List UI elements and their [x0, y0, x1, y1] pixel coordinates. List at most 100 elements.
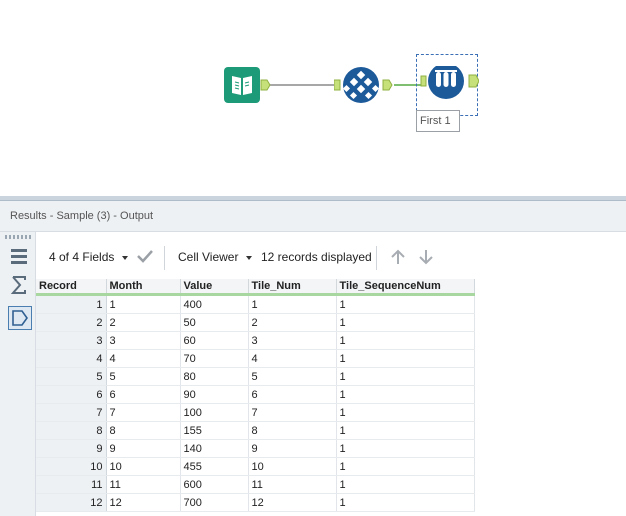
results-title: Results - Sample (3) - Output	[10, 210, 154, 222]
scroll-up-button[interactable]	[389, 248, 407, 269]
column-header[interactable]: Record	[36, 279, 107, 296]
workflow-canvas[interactable]: First 1	[0, 0, 626, 196]
table-cell[interactable]: 9	[248, 439, 337, 458]
table-row[interactable]: 7 7 100 7 1	[36, 403, 475, 422]
table-cell[interactable]: 1	[336, 421, 475, 440]
cell-viewer-dropdown[interactable]: Cell Viewer	[178, 250, 253, 264]
table-cell[interactable]: 1	[336, 331, 475, 350]
record-number-cell[interactable]: 10	[36, 457, 107, 476]
checkmark-icon	[137, 250, 153, 263]
record-number-cell[interactable]: 8	[36, 421, 107, 440]
sample-tool[interactable]	[416, 54, 479, 116]
table-cell[interactable]: 9	[106, 439, 181, 458]
fields-dropdown[interactable]: 4 of 4 Fields	[49, 250, 129, 264]
results-toolbar: 4 of 4 Fields Cell Viewer 12 records dis…	[36, 238, 626, 278]
table-cell[interactable]: 3	[106, 331, 181, 350]
table-cell[interactable]: 1	[336, 475, 475, 494]
column-header[interactable]: Tile_Num	[248, 279, 337, 296]
table-cell[interactable]: 5	[248, 367, 337, 386]
table-cell[interactable]: 12	[248, 493, 337, 512]
record-number-cell[interactable]: 9	[36, 439, 107, 458]
column-header[interactable]: Month	[106, 279, 181, 296]
table-cell[interactable]: 1	[336, 439, 475, 458]
table-cell[interactable]: 90	[180, 385, 249, 404]
record-number-cell[interactable]: 4	[36, 349, 107, 368]
column-header[interactable]: Value	[180, 279, 249, 296]
scroll-down-button[interactable]	[417, 248, 435, 269]
table-cell[interactable]: 6	[106, 385, 181, 404]
table-cell[interactable]: 1	[336, 349, 475, 368]
table-view-button[interactable]	[8, 246, 30, 268]
table-cell[interactable]: 2	[248, 313, 337, 332]
grip-handle[interactable]	[5, 235, 31, 239]
table-cell[interactable]: 7	[106, 403, 181, 422]
table-cell[interactable]: 7	[248, 403, 337, 422]
record-number-cell[interactable]: 2	[36, 313, 107, 332]
record-number-cell[interactable]: 7	[36, 403, 107, 422]
table-row[interactable]: 10 10 455 10 1	[36, 457, 475, 476]
table-cell[interactable]: 700	[180, 493, 249, 512]
sample-annotation-label: First 1	[420, 115, 451, 127]
table-cell[interactable]: 140	[180, 439, 249, 458]
table-cell[interactable]: 5	[106, 367, 181, 386]
table-cell[interactable]: 60	[180, 331, 249, 350]
table-cell[interactable]: 3	[248, 331, 337, 350]
table-cell[interactable]: 600	[180, 475, 249, 494]
table-cell[interactable]: 10	[248, 457, 337, 476]
tile-tool[interactable]	[333, 66, 396, 107]
table-cell[interactable]: 80	[180, 367, 249, 386]
record-number-cell[interactable]: 1	[36, 294, 107, 314]
table-cell[interactable]: 10	[106, 457, 181, 476]
record-number-cell[interactable]: 12	[36, 493, 107, 512]
table-cell[interactable]: 50	[180, 313, 249, 332]
table-row[interactable]: 5 5 80 5 1	[36, 367, 475, 386]
table-cell[interactable]: 70	[180, 349, 249, 368]
table-row[interactable]: 11 11 600 11 1	[36, 475, 475, 494]
table-row[interactable]: 1 1 400 1 1	[36, 294, 475, 314]
table-cell[interactable]: 1	[336, 493, 475, 512]
summary-button[interactable]	[8, 274, 30, 296]
table-cell[interactable]: 4	[248, 349, 337, 368]
metadata-button[interactable]	[8, 306, 32, 330]
table-cell[interactable]: 8	[248, 421, 337, 440]
record-number-cell[interactable]: 5	[36, 367, 107, 386]
table-row[interactable]: 3 3 60 3 1	[36, 331, 475, 350]
table-cell[interactable]: 12	[106, 493, 181, 512]
toolbar-separator	[164, 246, 165, 270]
table-cell[interactable]: 400	[180, 294, 249, 314]
table-cell[interactable]: 11	[248, 475, 337, 494]
table-cell[interactable]: 6	[248, 385, 337, 404]
record-number-cell[interactable]: 3	[36, 331, 107, 350]
record-number-cell[interactable]: 6	[36, 385, 107, 404]
table-cell[interactable]: 1	[336, 313, 475, 332]
table-row[interactable]: 4 4 70 4 1	[36, 349, 475, 368]
table-row[interactable]: 6 6 90 6 1	[36, 385, 475, 404]
table-row[interactable]: 12 12 700 12 1	[36, 493, 475, 512]
table-cell[interactable]: 1	[336, 457, 475, 476]
table-cell[interactable]: 1	[336, 385, 475, 404]
table-cell[interactable]: 100	[180, 403, 249, 422]
table-cell[interactable]: 1	[248, 294, 337, 314]
table-cell[interactable]: 155	[180, 421, 249, 440]
results-header: Results - Sample (3) - Output	[0, 201, 626, 232]
table-cell[interactable]: 4	[106, 349, 181, 368]
table-row[interactable]: 8 8 155 8 1	[36, 421, 475, 440]
table-cell[interactable]: 455	[180, 457, 249, 476]
table-cell[interactable]: 1	[336, 403, 475, 422]
sigma-icon	[10, 276, 26, 294]
results-table: Record Month Value Tile_Num Tile_Sequenc…	[36, 279, 475, 512]
table-cell[interactable]: 11	[106, 475, 181, 494]
table-cell[interactable]: 1	[336, 294, 475, 314]
table-row[interactable]: 9 9 140 9 1	[36, 439, 475, 458]
record-number-cell[interactable]: 11	[36, 475, 107, 494]
workflow-connections	[270, 84, 422, 86]
table-header-row: Record Month Value Tile_Num Tile_Sequenc…	[36, 279, 475, 296]
table-cell[interactable]: 1	[336, 367, 475, 386]
input-data-tool[interactable]	[224, 67, 272, 106]
table-cell[interactable]: 1	[106, 294, 181, 314]
table-cell[interactable]: 2	[106, 313, 181, 332]
column-header[interactable]: Tile_SequenceNum	[336, 279, 475, 296]
apply-fields-button[interactable]	[136, 248, 154, 267]
table-row[interactable]: 2 2 50 2 1	[36, 313, 475, 332]
table-cell[interactable]: 8	[106, 421, 181, 440]
